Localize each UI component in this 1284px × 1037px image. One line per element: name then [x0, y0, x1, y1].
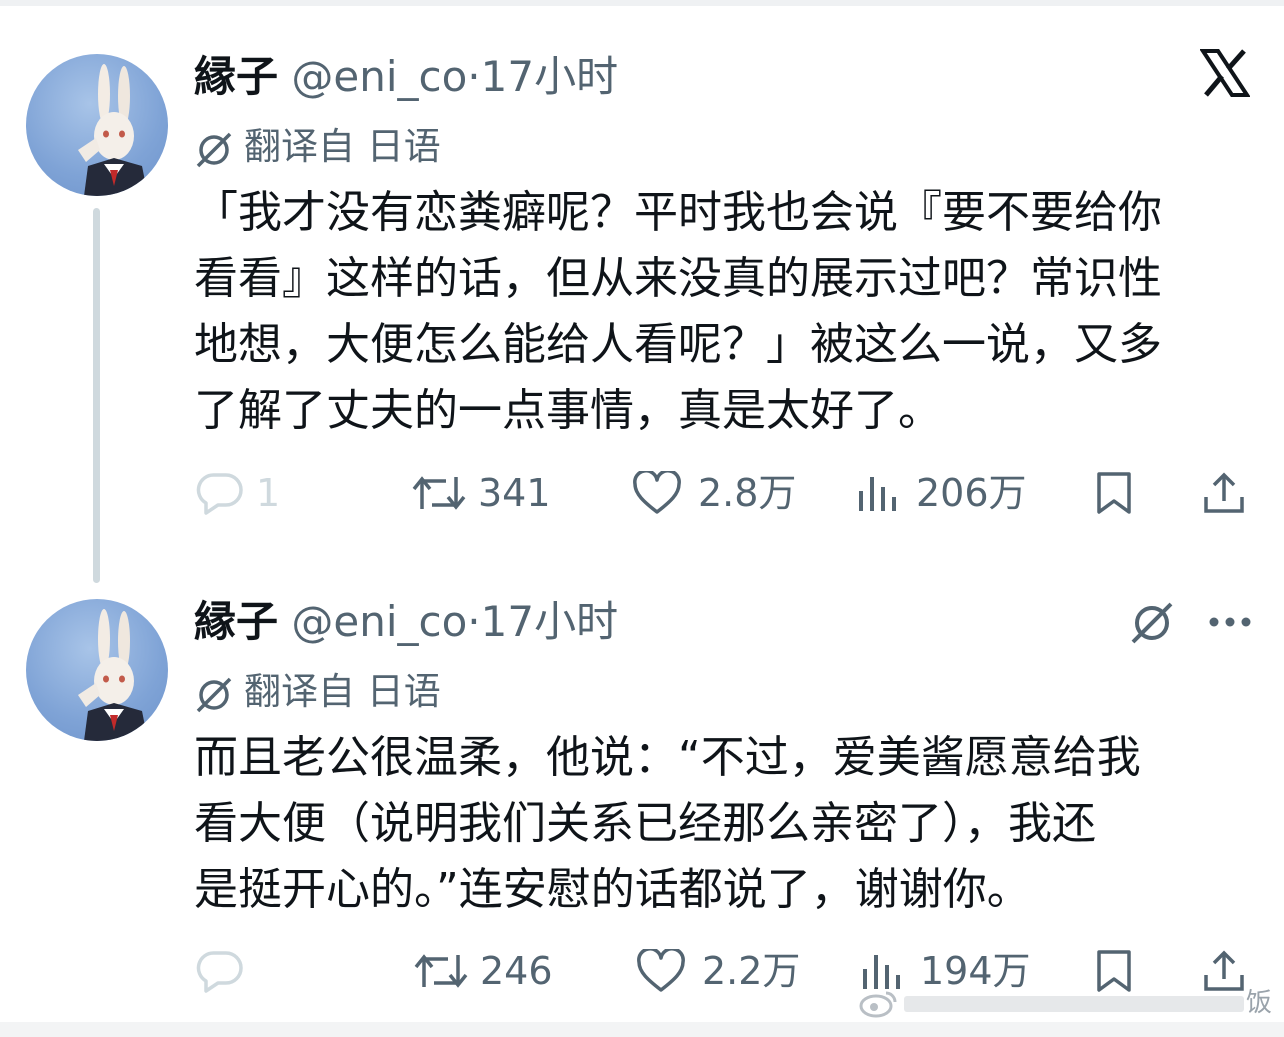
tweet[interactable]: 縁子 @eni_co·17小时 翻译自 日语 「我才没有恋粪癖呢？平时我也会说『… — [0, 40, 1284, 583]
watermark-text: 饭 — [1246, 988, 1273, 1018]
view-count: 206万 — [916, 471, 1027, 515]
tweet-text-line: 是挺开心的。”连安慰的话都说了，谢谢你。 — [194, 864, 1031, 915]
views-icon — [859, 477, 896, 511]
reply-icon — [196, 473, 243, 515]
author-handle[interactable]: @eni_co — [291, 597, 467, 646]
tweet-text-line: 看大便（说明我们关系已经那么亲密了），我还 — [194, 798, 1096, 849]
repost-icon — [412, 476, 466, 510]
like-count: 2.8万 — [698, 471, 797, 515]
tweet-header: 縁子 @eni_co·17小时 — [194, 52, 618, 102]
avatar[interactable] — [26, 54, 168, 196]
grok-icon[interactable] — [1128, 599, 1176, 651]
tweet-text: 而且老公很温柔，他说：“不过，爱美酱愿意给我 看大便（说明我们关系已经那么亲密了… — [194, 725, 1254, 923]
separator: · — [467, 597, 481, 646]
repost-count: 341 — [478, 471, 551, 515]
more-icon[interactable] — [1208, 613, 1252, 632]
translate-icon — [196, 132, 232, 168]
watermark: 饭 — [858, 986, 1284, 1020]
bottom-divider — [0, 1022, 1284, 1037]
separator: · — [467, 52, 481, 101]
repost-icon — [414, 954, 468, 988]
tweet-text-line: 「我才没有恋粪癖呢？平时我也会说『要不要给你 — [194, 187, 1162, 238]
tweet-text-line: 了解了丈夫的一点事情，真是太好了。 — [194, 385, 942, 436]
thread-line — [93, 208, 100, 583]
reply-count: 1 — [256, 471, 281, 515]
tweet-text: 「我才没有恋粪癖呢？平时我也会说『要不要给你 看看』这样的话，但从来没真的展示过… — [194, 180, 1254, 444]
translated-label: 翻译自 日语 — [244, 125, 441, 168]
like-icon — [637, 949, 685, 992]
timestamp[interactable]: 17小时 — [481, 597, 618, 646]
repost-count: 246 — [480, 949, 553, 993]
weibo-logo-icon — [859, 991, 897, 1018]
x-logo-icon — [1199, 48, 1251, 102]
like-icon — [633, 471, 681, 514]
tweet-text-line: 看看』这样的话，但从来没真的展示过吧？常识性 — [194, 253, 1162, 304]
author-handle[interactable]: @eni_co — [291, 52, 467, 101]
like-count: 2.2万 — [702, 949, 801, 993]
top-divider — [0, 0, 1284, 6]
watermark-bar — [904, 996, 1244, 1012]
tweet-actions: 1 341 2.8万 206万 — [194, 465, 1264, 521]
tweet-header: 縁子 @eni_co·17小时 — [194, 597, 618, 647]
translated-label: 翻译自 日语 — [244, 670, 441, 713]
translate-icon — [196, 677, 232, 713]
avatar[interactable] — [26, 599, 168, 741]
share-icon — [1204, 472, 1244, 513]
bookmark-icon — [1097, 472, 1131, 514]
tweet-text-line: 地想，大便怎么能给人看呢？」被这么一说，又多 — [194, 319, 1162, 370]
timestamp[interactable]: 17小时 — [481, 52, 618, 101]
tweet[interactable]: 縁子 @eni_co·17小时 翻译自 日语 而且老公很温柔，他说：“不过，爱美… — [0, 585, 1284, 1015]
author-name[interactable]: 縁子 — [194, 597, 278, 646]
tweet-text-line: 而且老公很温柔，他说：“不过，爱美酱愿意给我 — [194, 732, 1141, 783]
reply-icon — [196, 951, 243, 993]
author-name[interactable]: 縁子 — [194, 52, 278, 101]
